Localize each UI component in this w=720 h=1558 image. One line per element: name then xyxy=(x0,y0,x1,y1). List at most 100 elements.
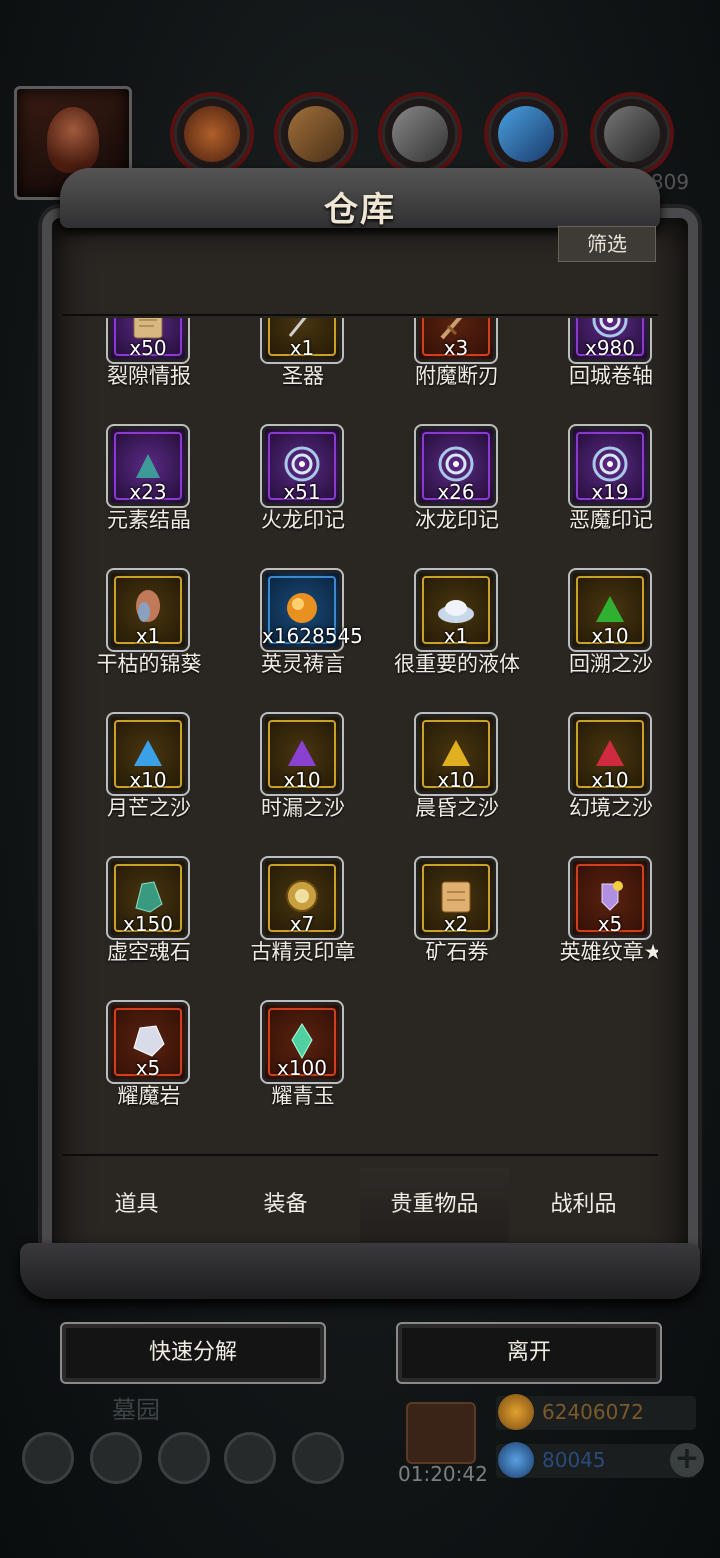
stone-resource-icon[interactable] xyxy=(378,92,462,176)
area-name: 墓园 xyxy=(112,1396,160,1424)
inventory-item[interactable]: x1 干枯的锦葵 xyxy=(72,568,226,698)
quick-decompose-button[interactable]: 快速分解 xyxy=(60,1322,326,1384)
warehouse-panel: 仓库 筛选 x50 裂隙情报 x1 圣器 x3 附魔断刃 x980 回城卷轴 x23 元素结晶 x5… xyxy=(20,168,700,1299)
item-slot[interactable]: x1 xyxy=(106,568,190,652)
item-name: 附魔断刃 xyxy=(415,364,499,388)
wood-resource-icon[interactable] xyxy=(274,92,358,176)
panel-title: 仓库 xyxy=(324,190,396,230)
item-slot[interactable]: x10 xyxy=(568,568,652,652)
item-slot[interactable]: x23 xyxy=(106,424,190,508)
item-name: 耀青玉 xyxy=(271,1084,335,1108)
gem-icon xyxy=(498,1442,534,1478)
inventory-item[interactable]: x1 很重要的液体 xyxy=(380,568,534,698)
item-name: 英雄纹章★ xyxy=(559,940,658,964)
tab-loot[interactable]: 战利品 xyxy=(509,1168,658,1242)
inventory-item[interactable]: x10 晨昏之沙 xyxy=(380,712,534,842)
item-name: 虚空魂石 xyxy=(107,940,191,964)
item-slot[interactable]: x10 xyxy=(106,712,190,796)
inventory-item[interactable]: x23 元素结晶 xyxy=(72,424,226,554)
inventory-item[interactable]: x10 回溯之沙 xyxy=(534,568,658,698)
tab-valuables[interactable]: 贵重物品 xyxy=(360,1168,509,1242)
gold-amount: 62406072 xyxy=(542,1400,644,1424)
item-quantity: x2 xyxy=(443,912,469,936)
item-quantity: x10 xyxy=(283,768,321,792)
item-name: 裂隙情报 xyxy=(107,364,191,388)
crystal-resource-icon[interactable] xyxy=(484,92,568,176)
item-name: 时漏之沙 xyxy=(261,796,345,820)
item-quantity: x1 xyxy=(289,336,315,360)
inventory-item[interactable]: x5 耀魔岩 xyxy=(72,1000,226,1130)
tab-equipment[interactable]: 装备 xyxy=(211,1168,360,1242)
tab-items[interactable]: 道具 xyxy=(62,1168,211,1242)
inventory-item[interactable]: x1628545 英灵祷言 xyxy=(226,568,380,698)
mail-icon[interactable] xyxy=(224,1432,276,1484)
item-quantity: x7 xyxy=(289,912,315,936)
portrait-face xyxy=(47,107,99,173)
inventory-item[interactable]: x2 矿石券 xyxy=(380,856,534,986)
item-slot[interactable]: x1628545 xyxy=(260,568,363,652)
panel-bottom-ornament xyxy=(20,1243,700,1299)
inventory-item[interactable]: x100 耀青玉 xyxy=(226,1000,380,1130)
item-slot[interactable]: x7 xyxy=(260,856,344,940)
inventory-item[interactable]: x19 恶魔印记 xyxy=(534,424,658,554)
item-slot[interactable]: x150 xyxy=(106,856,190,940)
inventory-item[interactable]: x26 冰龙印记 xyxy=(380,424,534,554)
inventory-item[interactable]: x10 时漏之沙 xyxy=(226,712,380,842)
gold-coin-icon xyxy=(498,1394,534,1430)
inventory-item[interactable]: x10 幻境之沙 xyxy=(534,712,658,842)
inventory-item[interactable]: x150 虚空魂石 xyxy=(72,856,226,986)
item-quantity: x100 xyxy=(276,1056,327,1080)
filter-button[interactable]: 筛选 xyxy=(558,226,656,262)
inventory-item[interactable]: x51 火龙印记 xyxy=(226,424,380,554)
ranking-icon[interactable] xyxy=(158,1432,210,1484)
item-name: 英灵祷言 xyxy=(261,652,345,676)
item-slot[interactable]: x26 xyxy=(414,424,498,508)
inventory-item[interactable]: x7 古精灵印章 xyxy=(226,856,380,986)
iron-resource-icon[interactable] xyxy=(590,92,674,176)
item-slot[interactable]: x19 xyxy=(568,424,652,508)
item-slot[interactable]: x51 xyxy=(260,424,344,508)
item-quantity: x1628545 xyxy=(262,624,363,648)
inventory-item[interactable]: x980 回城卷轴 xyxy=(534,318,658,410)
leave-button[interactable]: 离开 xyxy=(396,1322,662,1384)
item-slot[interactable]: x10 xyxy=(568,712,652,796)
add-currency-button[interactable]: + xyxy=(670,1443,704,1477)
item-quantity: x980 xyxy=(584,336,635,360)
item-name: 冰龙印记 xyxy=(415,508,499,532)
inventory-icon[interactable] xyxy=(292,1432,344,1484)
item-name: 古精灵印章 xyxy=(250,940,356,964)
item-name: 矿石券 xyxy=(425,940,489,964)
item-name: 很重要的液体 xyxy=(394,652,520,676)
item-quantity: x10 xyxy=(591,768,629,792)
item-slot[interactable]: x1 xyxy=(260,318,344,364)
item-quantity: x26 xyxy=(437,480,475,504)
item-quantity: x3 xyxy=(443,336,469,360)
badge-icon[interactable] xyxy=(90,1432,142,1484)
item-slot[interactable]: x980 xyxy=(568,318,652,364)
inventory-item[interactable]: x3 附魔断刃 xyxy=(380,318,534,410)
inventory-item[interactable]: x1 圣器 xyxy=(226,318,380,410)
item-quantity: x50 xyxy=(129,336,167,360)
inventory-item[interactable]: x50 裂隙情报 xyxy=(72,318,226,410)
item-slot[interactable]: x50 xyxy=(106,318,190,364)
item-name: 元素结晶 xyxy=(107,508,191,532)
item-name: 火龙印记 xyxy=(261,508,345,532)
item-slot[interactable]: x2 xyxy=(414,856,498,940)
item-slot[interactable]: x5 xyxy=(568,856,652,940)
gift-chest-icon[interactable] xyxy=(406,1402,476,1464)
item-name: 耀魔岩 xyxy=(117,1084,181,1108)
inventory-item[interactable]: x10 月芒之沙 xyxy=(72,712,226,842)
item-slot[interactable]: x1 xyxy=(414,568,498,652)
leather-resource-icon[interactable] xyxy=(170,92,254,176)
item-quantity: x51 xyxy=(283,480,321,504)
item-slot[interactable]: x10 xyxy=(414,712,498,796)
item-slot[interactable]: x100 xyxy=(260,1000,344,1084)
settings-icon[interactable] xyxy=(22,1432,74,1484)
item-name: 月芒之沙 xyxy=(107,796,191,820)
item-name: 回溯之沙 xyxy=(569,652,653,676)
item-slot[interactable]: x5 xyxy=(106,1000,190,1084)
item-slot[interactable]: x3 xyxy=(414,318,498,364)
inventory-item[interactable]: x5 英雄纹章★ xyxy=(534,856,658,986)
item-grid[interactable]: x50 裂隙情报 x1 圣器 x3 附魔断刃 x980 回城卷轴 x23 元素结晶 x51 火龙印记 x… xyxy=(62,318,658,1154)
item-slot[interactable]: x10 xyxy=(260,712,344,796)
